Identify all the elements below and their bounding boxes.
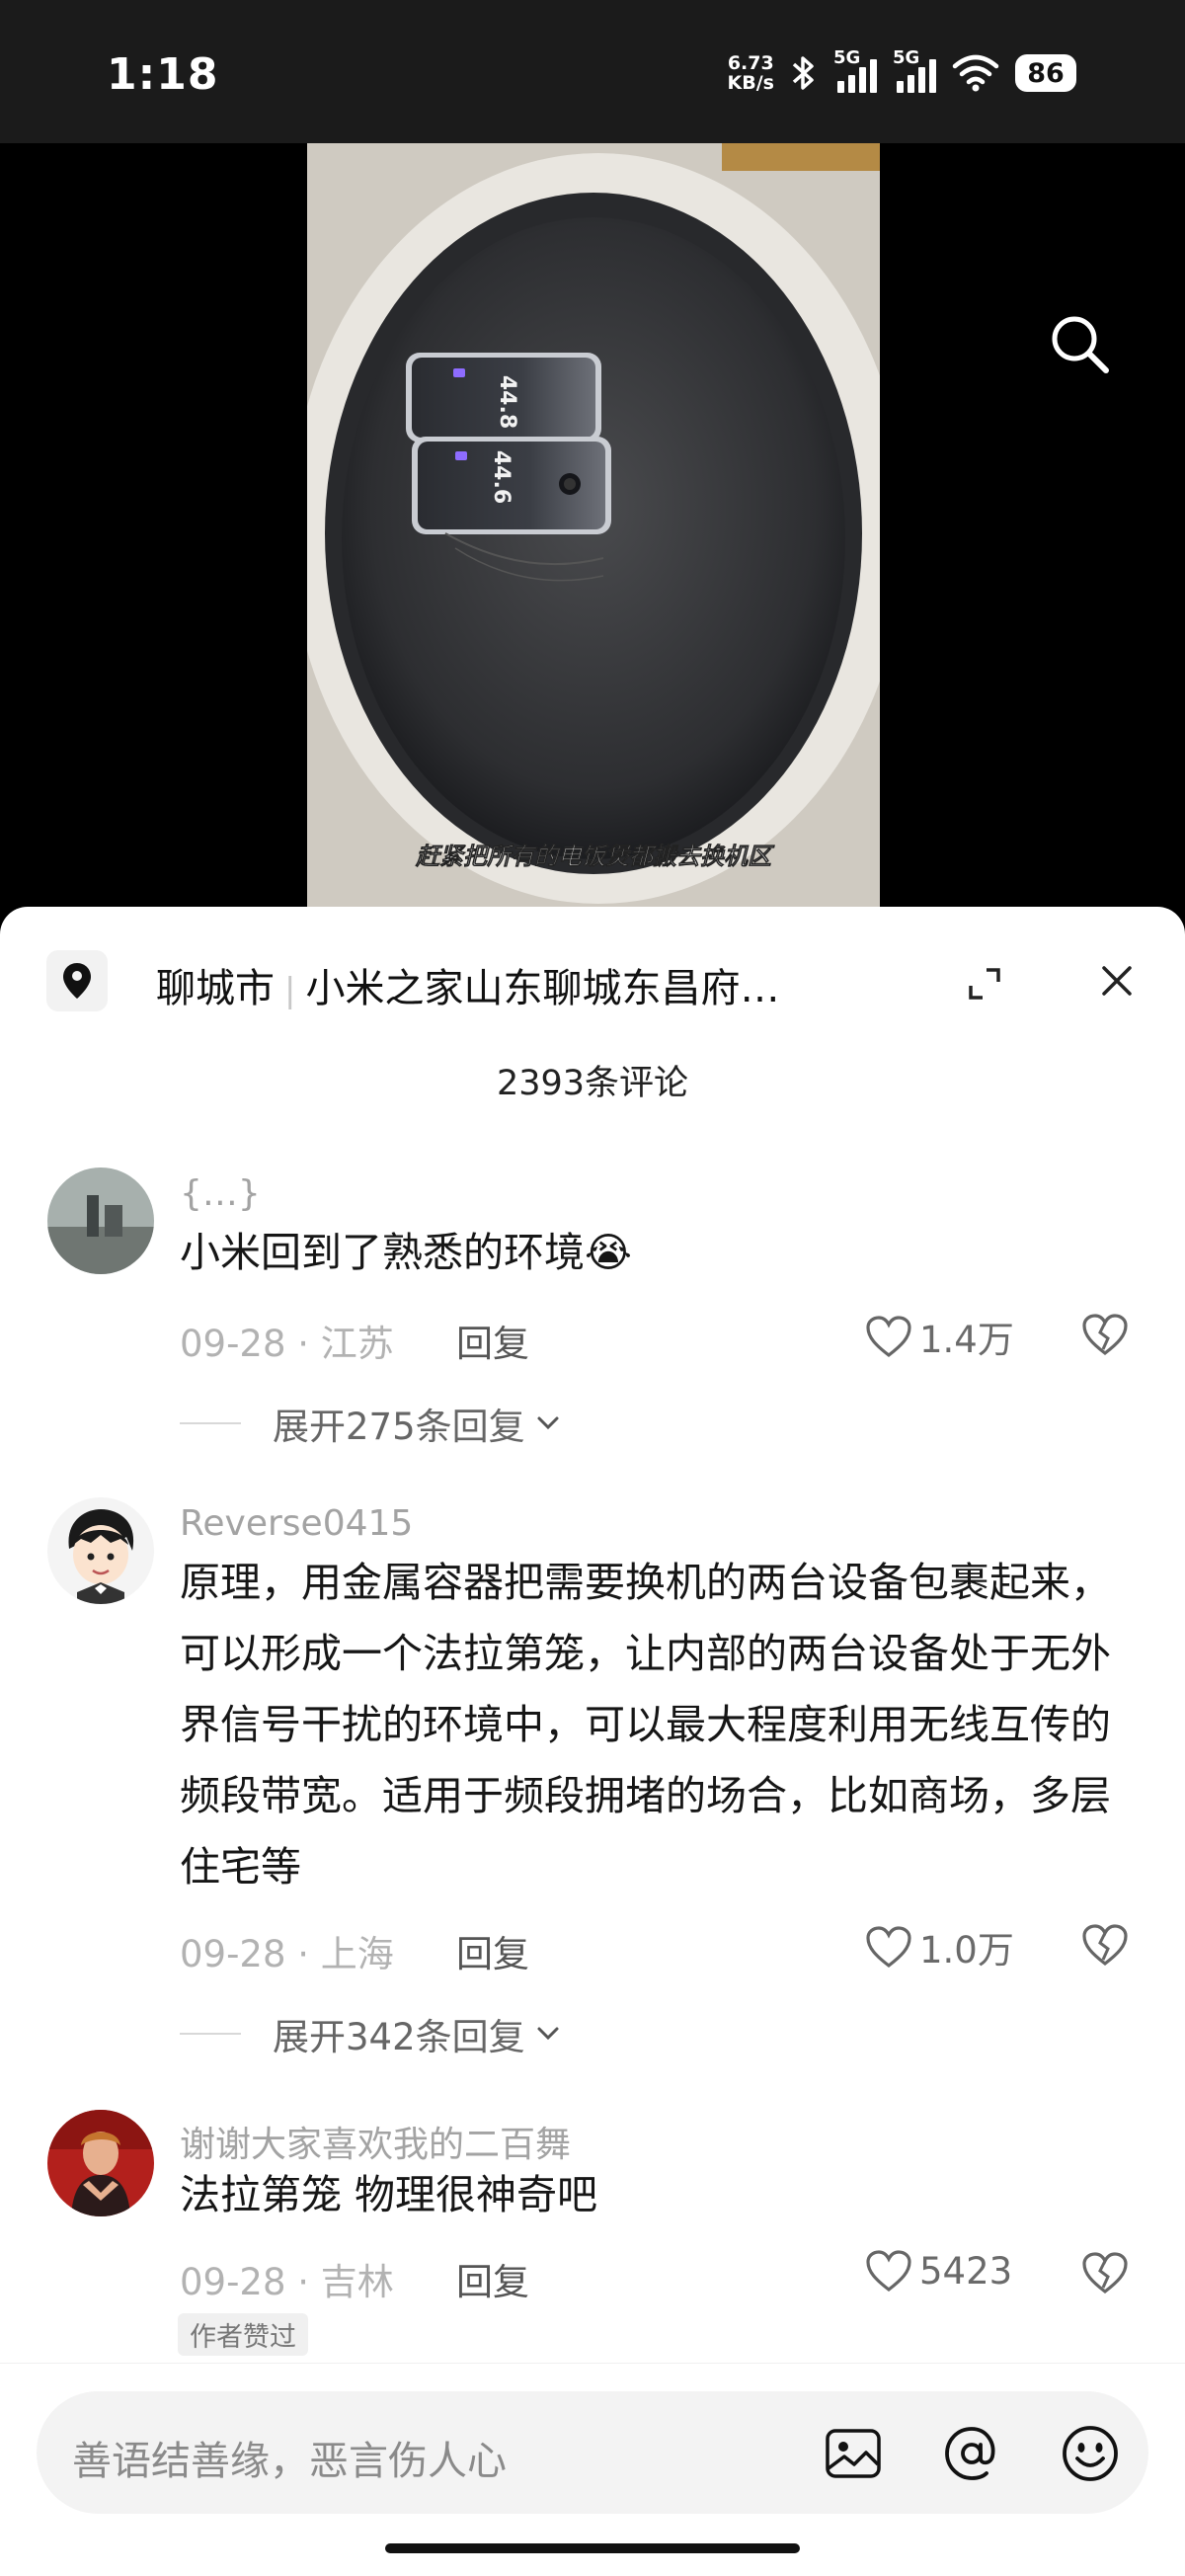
status-bar: 1:18 6.73 KB/s 5G 5G 86 bbox=[0, 0, 1185, 143]
reply-button[interactable]: 回复 bbox=[456, 1924, 529, 1977]
signal-sim1-icon: 5G bbox=[833, 47, 877, 93]
wifi-icon bbox=[952, 54, 999, 92]
heart-icon bbox=[866, 1926, 911, 1969]
comment-item: {…} 小米回到了熟悉的环境😭 09-28 · 江苏 回复 1.4万 展开275… bbox=[0, 1167, 1185, 1448]
comment-input-placeholder: 善语结善缘，恶言伤人心 bbox=[72, 2439, 507, 2484]
comment-text: 法拉第笼 物理很神奇吧 bbox=[180, 2171, 598, 2218]
status-icons: 6.73 KB/s 5G 5G 86 bbox=[728, 47, 1076, 93]
expand-replies-button[interactable]: 展开275条回复 bbox=[180, 1397, 565, 1450]
bluetooth-icon bbox=[792, 56, 814, 90]
signal-sim2-icon: 5G bbox=[893, 47, 936, 93]
comment-date-region: 09-28 · 吉林 bbox=[180, 2261, 394, 2303]
broken-heart-icon[interactable] bbox=[1079, 2248, 1131, 2299]
location-store: 小米之家山东聊城东昌府… bbox=[305, 966, 780, 1011]
divider bbox=[180, 2033, 241, 2035]
network-speed: 6.73 KB/s bbox=[728, 53, 774, 93]
location-separator: | bbox=[284, 971, 296, 1010]
chevron-down-icon bbox=[537, 2027, 559, 2041]
comment-count: 2393条评论 bbox=[496, 1064, 689, 1103]
status-time: 1:18 bbox=[107, 49, 219, 100]
comment-input[interactable]: 善语结善缘，恶言伤人心 bbox=[37, 2391, 1148, 2514]
sheet-header: 聊城市 | 小米之家山东聊城东昌府… bbox=[0, 907, 1185, 1015]
comment-date-region: 09-28 · 江苏 bbox=[180, 1323, 394, 1365]
image-icon[interactable] bbox=[823, 2423, 884, 2484]
comment-sheet: 聊城市 | 小米之家山东聊城东昌府… 2393条评论 {…} 小米回到了熟悉的环境😭… bbox=[0, 907, 1185, 2576]
phone-1-reading: 44.8 bbox=[495, 375, 519, 429]
network-speed-value: 6.73 bbox=[727, 52, 774, 74]
avatar[interactable] bbox=[47, 2110, 154, 2216]
expand-icon[interactable] bbox=[963, 962, 1006, 1006]
at-icon[interactable] bbox=[941, 2423, 1002, 2484]
like-button[interactable]: 5423 bbox=[864, 2248, 1012, 2294]
broken-heart-icon[interactable] bbox=[1079, 1310, 1131, 1361]
expand-replies-button[interactable]: 展开342条回复 bbox=[180, 2007, 565, 2060]
like-count: 1.4万 bbox=[919, 1319, 1014, 1361]
close-icon[interactable] bbox=[1094, 958, 1140, 1004]
battery-indicator: 86 bbox=[1015, 54, 1076, 92]
comment-text: 原理，用金属容器把需要换机的两台设备包裹起来，可以形成一个法拉第笼，让内部的两台… bbox=[180, 1559, 1111, 1891]
sim2-label: 5G bbox=[893, 47, 920, 68]
location-city: 聊城市 bbox=[156, 966, 275, 1011]
comment-item: Reverse0415 原理，用金属容器把需要换机的两台设备包裹起来，可以形成一… bbox=[0, 1497, 1185, 2058]
expand-replies-label: 展开275条回复 bbox=[273, 1406, 525, 1448]
reply-button[interactable]: 回复 bbox=[456, 1314, 529, 1367]
comment-date-region: 09-28 · 上海 bbox=[180, 1933, 394, 1975]
broken-heart-icon[interactable] bbox=[1079, 1920, 1131, 1972]
home-indicator bbox=[385, 2543, 800, 2553]
heart-icon bbox=[866, 1316, 911, 1358]
like-button[interactable]: 1.0万 bbox=[864, 1920, 1014, 1973]
location-pin-icon bbox=[46, 950, 108, 1011]
search-icon[interactable] bbox=[1045, 309, 1114, 378]
like-button[interactable]: 1.4万 bbox=[864, 1310, 1014, 1363]
reply-button[interactable]: 回复 bbox=[456, 2252, 529, 2305]
heart-icon bbox=[866, 2250, 911, 2293]
phone-2-reading: 44.6 bbox=[489, 450, 514, 504]
sim1-label: 5G bbox=[833, 47, 861, 68]
like-count: 5423 bbox=[919, 2249, 1013, 2293]
avatar[interactable] bbox=[47, 1167, 154, 1274]
expand-replies-label: 展开342条回复 bbox=[273, 2016, 525, 2058]
comment-username[interactable]: Reverse0415 bbox=[180, 1503, 413, 1544]
author-liked-badge: 作者赞过 bbox=[178, 2313, 308, 2356]
avatar[interactable] bbox=[47, 1497, 154, 1604]
comment-item: 谢谢大家喜欢我的二百舞 法拉第笼 物理很神奇吧 09-28 · 吉林 回复 54… bbox=[0, 2110, 1185, 2367]
phone-2: 44.6 bbox=[412, 437, 611, 534]
comment-username[interactable]: {…} bbox=[180, 1173, 261, 1214]
emoji-icon[interactable] bbox=[1060, 2423, 1121, 2484]
divider bbox=[180, 1422, 241, 1424]
network-speed-unit: KB/s bbox=[727, 72, 774, 94]
comment-text: 小米回到了熟悉的环境😭 bbox=[180, 1229, 632, 1276]
location-link[interactable]: 聊城市 | 小米之家山东聊城东昌府… bbox=[156, 956, 779, 1013]
comment-input-bar: 善语结善缘，恶言伤人心 bbox=[0, 2363, 1185, 2576]
video-thumbnail: 44.8 44.6 赶紧把所有的电饭煲都搬去换机区 bbox=[307, 143, 880, 909]
like-count: 1.0万 bbox=[919, 1929, 1014, 1972]
video-caption: 赶紧把所有的电饭煲都搬去换机区 bbox=[415, 843, 775, 870]
video-player[interactable]: 44.8 44.6 赶紧把所有的电饭煲都搬去换机区 bbox=[0, 143, 1185, 909]
chevron-down-icon bbox=[537, 1416, 559, 1430]
phone-1: 44.8 bbox=[406, 353, 601, 443]
video-frame: 44.8 44.6 赶紧把所有的电饭煲都搬去换机区 bbox=[307, 143, 880, 909]
